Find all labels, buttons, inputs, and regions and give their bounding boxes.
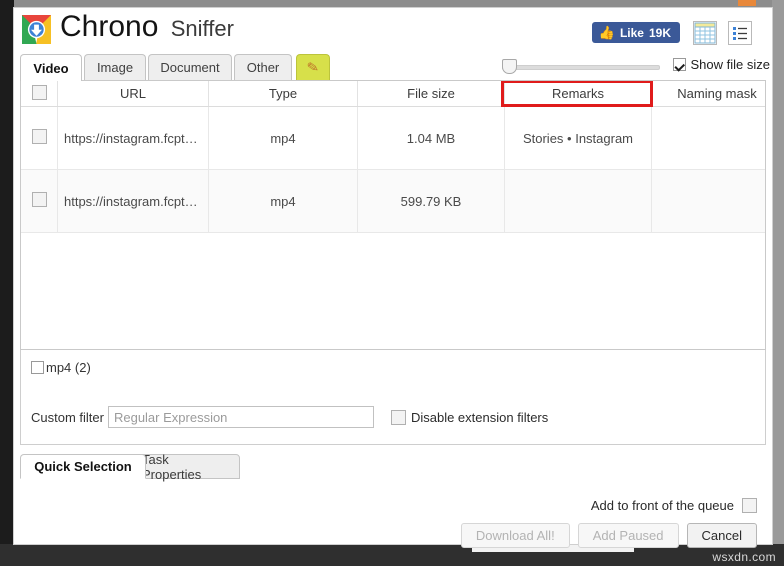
extension-group-label: mp4 (2) — [46, 360, 91, 375]
row-url[interactable]: https://instagram.fcpt7-... — [57, 106, 209, 170]
column-header-type[interactable]: Type — [208, 81, 358, 107]
column-header-remarks[interactable]: Remarks — [504, 81, 652, 107]
footer-button-row: Download All! Add Paused Cancel — [460, 523, 757, 548]
chrono-download-logo-icon — [22, 15, 51, 44]
row-file-size: 1.04 MB — [357, 106, 505, 170]
row-type: mp4 — [208, 106, 358, 170]
tab-quick-selection-label: Quick Selection — [34, 459, 132, 474]
tab-task-properties-label: Task Properties — [142, 451, 202, 482]
window-titlebar: Chrono Sniffer 👍 Like 19K — [14, 8, 772, 54]
disable-extension-filters-label: Disable extension filters — [410, 409, 549, 425]
like-label: Like — [619, 25, 644, 40]
app-title-sub: Sniffer — [170, 16, 234, 41]
table-row[interactable]: https://instagram.fcpt7-... mp4 599.79 K… — [21, 169, 765, 233]
row-naming-mask[interactable] — [651, 106, 765, 170]
select-all-checkbox[interactable] — [31, 84, 47, 100]
app-title-main: Chrono — [60, 10, 159, 43]
pencil-icon: ✎ — [305, 58, 321, 76]
tab-document[interactable]: Document — [148, 54, 232, 80]
app-title: Chrono Sniffer — [60, 10, 234, 44]
quick-selection-panel: mp4 (2) Custom filter Disable extension … — [20, 350, 766, 445]
row-naming-mask[interactable] — [651, 169, 765, 233]
cancel-button[interactable]: Cancel — [686, 523, 757, 548]
tab-document-label: Document — [160, 60, 220, 75]
download-table: URL Type File size Remarks Naming mask h… — [21, 81, 765, 233]
custom-filter-row: Custom filter Disable extension filters — [31, 406, 548, 428]
slider-handle[interactable] — [502, 59, 517, 74]
tab-quick-selection[interactable]: Quick Selection — [20, 454, 146, 479]
table-row[interactable]: https://instagram.fcpt7-... mp4 1.04 MB … — [21, 106, 765, 170]
custom-filter-label: Custom filter — [31, 409, 104, 425]
grid-view-icon[interactable] — [693, 21, 717, 45]
add-to-front-label: Add to front of the queue — [590, 498, 734, 513]
tab-video[interactable]: Video — [20, 54, 82, 81]
thumbs-up-icon: 👍 — [598, 25, 615, 40]
row-remarks: Stories • Instagram — [504, 106, 652, 170]
show-file-size-toggle[interactable]: Show file size — [672, 57, 770, 72]
row-select-cell — [21, 169, 58, 233]
add-paused-label: Add Paused — [592, 528, 664, 543]
bottom-tabbar: Quick Selection Task Properties — [20, 451, 766, 482]
tab-image[interactable]: Image — [84, 54, 146, 80]
tab-other[interactable]: Other — [234, 54, 292, 80]
extension-group-checkbox[interactable] — [31, 361, 44, 374]
chrono-sniffer-window: Chrono Sniffer 👍 Like 19K Video Image Do… — [14, 8, 772, 548]
desktop-orange-accent — [738, 0, 756, 6]
list-view-icon[interactable] — [728, 21, 752, 45]
slider-track — [502, 65, 660, 70]
column-header-naming-mask[interactable]: Naming mask — [651, 81, 765, 107]
row-remarks — [504, 169, 652, 233]
column-header-url[interactable]: URL — [57, 81, 209, 107]
category-tabbar: Video Image Document Other ✎ Show file s… — [20, 54, 772, 81]
extension-group-mp4[interactable]: mp4 (2) — [31, 360, 91, 375]
add-to-front-checkbox[interactable] — [742, 498, 757, 513]
tab-other-label: Other — [246, 60, 280, 75]
row-select-cell — [21, 106, 58, 170]
row-select-checkbox[interactable] — [31, 192, 47, 207]
row-url[interactable]: https://instagram.fcpt7-... — [57, 169, 209, 233]
tab-edit-rules[interactable]: ✎ — [296, 54, 330, 80]
add-paused-button[interactable]: Add Paused — [577, 523, 679, 548]
tab-image-label: Image — [96, 60, 134, 75]
disable-extension-filters-toggle[interactable]: Disable extension filters — [390, 409, 549, 425]
window-footer: Add to front of the queue Download All! … — [14, 479, 772, 555]
table-body: https://instagram.fcpt7-... mp4 1.04 MB … — [21, 106, 765, 233]
thumbnail-size-slider[interactable] — [502, 58, 660, 76]
disable-extension-filters-checkbox[interactable] — [390, 409, 406, 425]
tab-task-properties[interactable]: Task Properties — [130, 451, 240, 482]
row-file-size: 599.79 KB — [357, 169, 505, 233]
cancel-label: Cancel — [701, 528, 742, 543]
download-table-panel: URL Type File size Remarks Naming mask h… — [20, 80, 766, 350]
desktop-top-strip — [0, 0, 784, 8]
facebook-like-button[interactable]: 👍 Like 19K — [591, 22, 680, 43]
download-all-label: Download All! — [475, 528, 555, 543]
desktop-left-frame — [0, 0, 14, 566]
desktop-right-frame — [772, 0, 784, 566]
select-all-header — [21, 81, 58, 107]
tab-video-label: Video — [33, 60, 69, 76]
show-file-size-checkbox[interactable] — [672, 58, 686, 71]
row-select-checkbox[interactable] — [31, 129, 47, 144]
screenshot-root: wsxdn.com wsxdn.com — [0, 0, 784, 566]
table-header: URL Type File size Remarks Naming mask — [21, 81, 765, 107]
add-to-front-toggle[interactable]: Add to front of the queue — [591, 498, 757, 513]
custom-filter-input[interactable] — [107, 406, 374, 428]
row-type: mp4 — [208, 169, 358, 233]
table-header-row: URL Type File size Remarks Naming mask — [21, 81, 765, 107]
like-count: 19K — [648, 25, 671, 40]
show-file-size-label: Show file size — [690, 57, 770, 72]
download-all-button[interactable]: Download All! — [460, 523, 570, 548]
column-header-file-size[interactable]: File size — [357, 81, 505, 107]
